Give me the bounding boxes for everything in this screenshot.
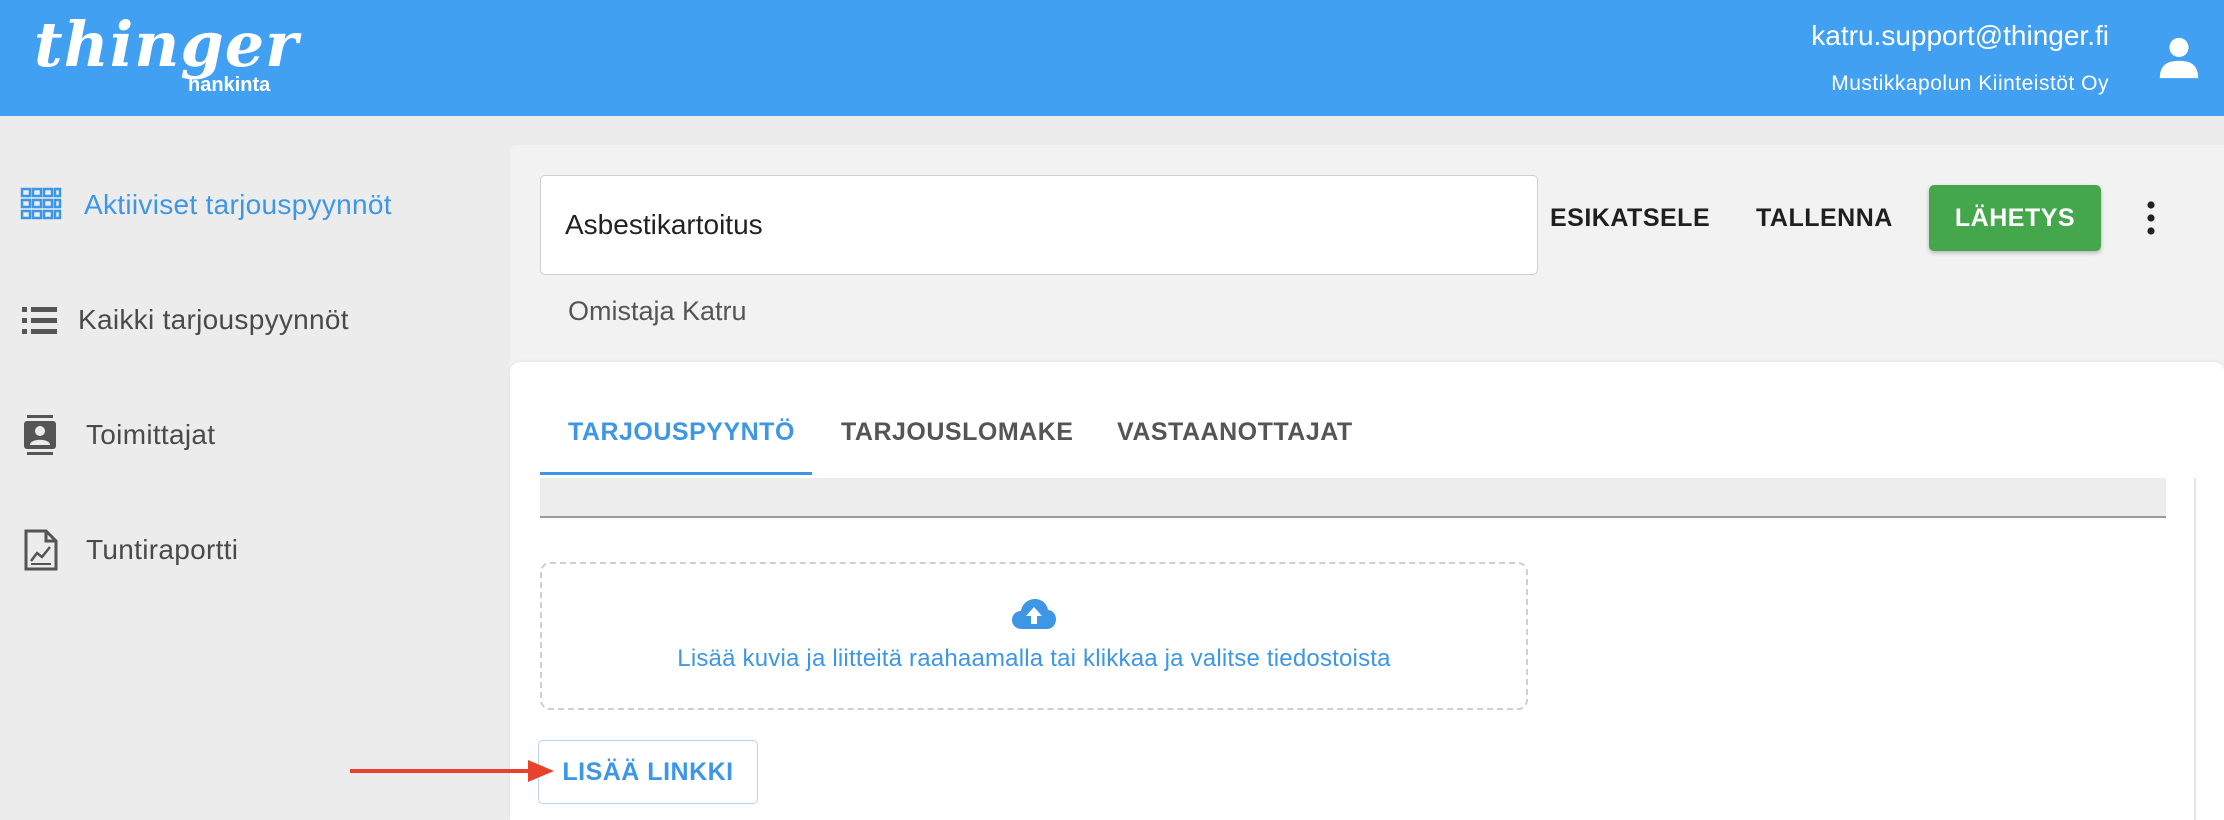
grid-icon: [20, 187, 62, 220]
tab-recipients[interactable]: VASTAANOTTAJAT: [1117, 418, 1353, 447]
user-email: katru.support@thinger.fi: [1811, 20, 2109, 51]
sidebar-item-suppliers[interactable]: Toimittajat: [0, 395, 508, 475]
logo-text: thinger: [34, 8, 299, 81]
list-icon: [22, 307, 57, 334]
contacts-icon: [24, 415, 56, 455]
app-header: thinger hankinta katru.support@thinger.f…: [0, 0, 2224, 116]
logo-subtitle: hankinta: [188, 74, 271, 96]
account-icon[interactable]: [2156, 34, 2202, 80]
preview-button[interactable]: ESIKATSELE: [1550, 198, 1710, 238]
sidebar-item-active-requests[interactable]: Aktiiviset tarjouspyynnöt: [0, 165, 508, 245]
sidebar-item-all-requests[interactable]: Kaikki tarjouspyynnöt: [0, 280, 508, 360]
sidebar-item-label: Tuntiraportti: [86, 534, 239, 565]
more-vertical-icon[interactable]: [2138, 200, 2164, 236]
sidebar-item-hour-report[interactable]: Tuntiraportti: [0, 510, 508, 590]
user-organization: Mustikkapolun Kiinteistöt Oy: [1831, 72, 2109, 95]
scrollbar-track[interactable]: [2194, 478, 2196, 820]
sidebar-item-label: Aktiiviset tarjouspyynnöt: [84, 189, 392, 220]
annotation-arrow: [350, 760, 554, 782]
owner-label: Omistaja Katru: [568, 296, 747, 326]
file-dropzone[interactable]: [540, 562, 1528, 710]
save-button[interactable]: TALLENNA: [1756, 198, 1893, 238]
send-button[interactable]: LÄHETYS: [1929, 185, 2101, 251]
sidebar: Aktiiviset tarjouspyynnöt Kaikki tarjous…: [0, 116, 508, 820]
app-logo[interactable]: thinger hankinta: [34, 8, 299, 97]
tab-quote-form[interactable]: TARJOUSLOMAKE: [841, 418, 1073, 447]
sidebar-item-label: Kaikki tarjouspyynnöt: [78, 304, 349, 335]
cloud-upload-icon: [1012, 599, 1056, 629]
editor-toolbar: [540, 478, 2166, 518]
dropzone-text: Lisää kuvia ja liitteitä raahaamalla tai…: [677, 645, 1391, 672]
sidebar-item-label: Toimittajat: [86, 419, 216, 450]
add-link-button[interactable]: LISÄÄ LINKKI: [538, 740, 758, 804]
active-tab-indicator: [540, 472, 812, 475]
tab-request[interactable]: TARJOUSPYYNTÖ: [568, 418, 795, 447]
request-title-input[interactable]: Asbestikartoitus: [540, 175, 1538, 275]
report-icon: [24, 529, 58, 571]
